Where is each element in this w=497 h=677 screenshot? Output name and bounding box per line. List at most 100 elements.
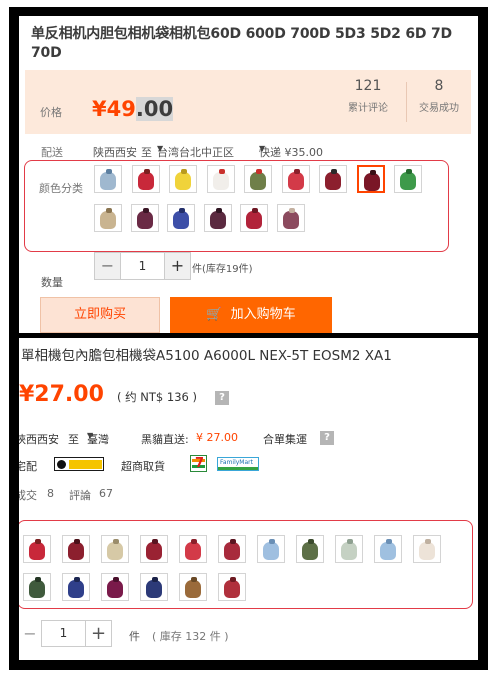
color-swatch[interactable] (218, 535, 246, 563)
drawstring-icon (230, 539, 236, 544)
drawstring-icon (179, 208, 185, 213)
color-swatch[interactable] (169, 165, 197, 193)
bag-thumbnail-icon (29, 542, 45, 560)
color-swatch[interactable] (218, 573, 246, 601)
ship-from: 陕西西安 (93, 146, 137, 159)
color-swatch[interactable] (244, 165, 272, 193)
drawstring-icon (106, 208, 112, 213)
drawstring-icon (142, 208, 149, 213)
color-swatch[interactable] (374, 535, 402, 563)
drawstring-icon (218, 169, 225, 174)
color-highlight-box (24, 160, 449, 252)
quantity-decrease-button[interactable]: − (95, 253, 120, 279)
bag-thumbnail-icon (224, 542, 240, 560)
color-swatch[interactable] (62, 573, 90, 601)
bag-thumbnail-icon (250, 172, 266, 190)
color-swatch[interactable] (131, 165, 160, 193)
reviews-count[interactable]: 67 (99, 487, 113, 500)
color-swatch[interactable] (276, 204, 305, 232)
color-swatch[interactable] (62, 535, 90, 563)
bag-thumbnail-icon (287, 172, 304, 190)
color-swatch[interactable] (140, 535, 168, 563)
bag-thumbnail-icon (100, 211, 116, 229)
trade-count: 8 (434, 78, 444, 94)
color-swatch[interactable] (130, 204, 159, 232)
drawstring-icon (252, 208, 258, 213)
quantity-increase-button[interactable]: + (86, 620, 112, 647)
color-swatch[interactable] (296, 535, 324, 563)
chevron-down-icon: ▼ (157, 144, 164, 153)
color-swatch[interactable] (94, 165, 122, 193)
color-swatch[interactable] (356, 165, 385, 193)
trade-label: 交易成功 (419, 103, 459, 114)
drawstring-icon (152, 539, 158, 544)
ship-method: 快递 ¥35.00 (259, 146, 323, 159)
color-swatch[interactable] (394, 165, 422, 193)
ship-to-word: 至 (141, 146, 152, 159)
quantity-label: 数量 (41, 276, 63, 289)
color-swatch[interactable] (281, 165, 310, 193)
buy-now-button[interactable]: 立即购买 (40, 297, 160, 333)
color-swatch[interactable] (23, 535, 51, 563)
quantity-unit: 件 (129, 630, 140, 643)
consolidated-shipping[interactable]: 合單集運 (263, 431, 307, 447)
bag-thumbnail-icon (380, 542, 396, 560)
bag-thumbnail-icon (246, 211, 262, 229)
color-swatch[interactable] (413, 535, 441, 563)
drawstring-icon (35, 539, 41, 544)
color-swatch[interactable] (319, 165, 347, 193)
quantity-input[interactable]: 1 (41, 620, 86, 647)
chevron-down-icon: ▼ (87, 431, 94, 440)
drawstring-icon (425, 539, 431, 544)
drawstring-icon (386, 539, 392, 544)
add-to-cart-button[interactable]: 🛒 加入购物车 (170, 297, 332, 333)
color-swatch[interactable] (335, 535, 363, 563)
color-swatch[interactable] (257, 535, 285, 563)
seven-eleven-logo: 7 (190, 455, 207, 472)
review-stat[interactable]: 121 累计评论 (338, 76, 398, 114)
review-count: 121 (354, 78, 382, 94)
drawstring-icon (113, 577, 119, 582)
deals-count: 8 (47, 487, 54, 500)
color-swatch[interactable] (203, 204, 232, 232)
drawstring-icon (152, 577, 158, 582)
color-swatch[interactable] (140, 573, 168, 601)
drawstring-icon (293, 169, 300, 174)
quantity-input[interactable]: 1 (120, 253, 165, 279)
bag-thumbnail-icon (146, 580, 162, 598)
quantity-increase-button[interactable]: + (165, 253, 190, 279)
drawstring-icon (35, 577, 41, 582)
color-swatch[interactable] (179, 573, 207, 601)
quantity-decrease-button[interactable]: − (19, 620, 41, 647)
color-swatch[interactable] (206, 165, 235, 193)
delivery-label: 宅配 (19, 460, 37, 473)
add-to-cart-label: 加入购物车 (230, 307, 296, 322)
bag-thumbnail-icon (325, 172, 341, 190)
drawstring-icon (106, 169, 112, 174)
color-swatch[interactable] (23, 573, 51, 601)
help-icon[interactable]: ? (215, 391, 229, 405)
bag-thumbnail-icon (146, 542, 162, 560)
drawstring-icon (113, 539, 119, 544)
drawstring-icon (369, 170, 376, 175)
drawstring-icon (308, 539, 314, 544)
bag-thumbnail-icon (263, 542, 279, 560)
ship-to-word: 至 (68, 433, 79, 446)
color-swatch[interactable] (167, 204, 195, 232)
drawstring-icon (143, 169, 150, 174)
color-swatch[interactable] (94, 204, 122, 232)
product-title: 单反相机内胆包相机袋相机包60D 600D 700D 5D3 5D2 6D 7D… (31, 26, 452, 61)
cart-icon: 🛒 (206, 307, 223, 322)
color-swatch[interactable] (179, 535, 207, 563)
color-swatch[interactable] (240, 204, 268, 232)
stat-divider (406, 82, 407, 122)
bag-thumbnail-icon (363, 173, 380, 191)
chevron-down-icon: ▼ (259, 144, 266, 153)
drawstring-icon (256, 169, 262, 174)
color-swatch[interactable] (101, 535, 129, 563)
help-icon[interactable]: ? (320, 431, 334, 445)
color-swatch[interactable] (101, 573, 129, 601)
product-panel-bottom: 單相機包內膽包相機袋A5100 A6000L NEX-5T EOSM2 XA1 … (19, 338, 478, 660)
bag-thumbnail-icon (68, 580, 84, 598)
familymart-logo: FamilyMart (217, 457, 259, 471)
